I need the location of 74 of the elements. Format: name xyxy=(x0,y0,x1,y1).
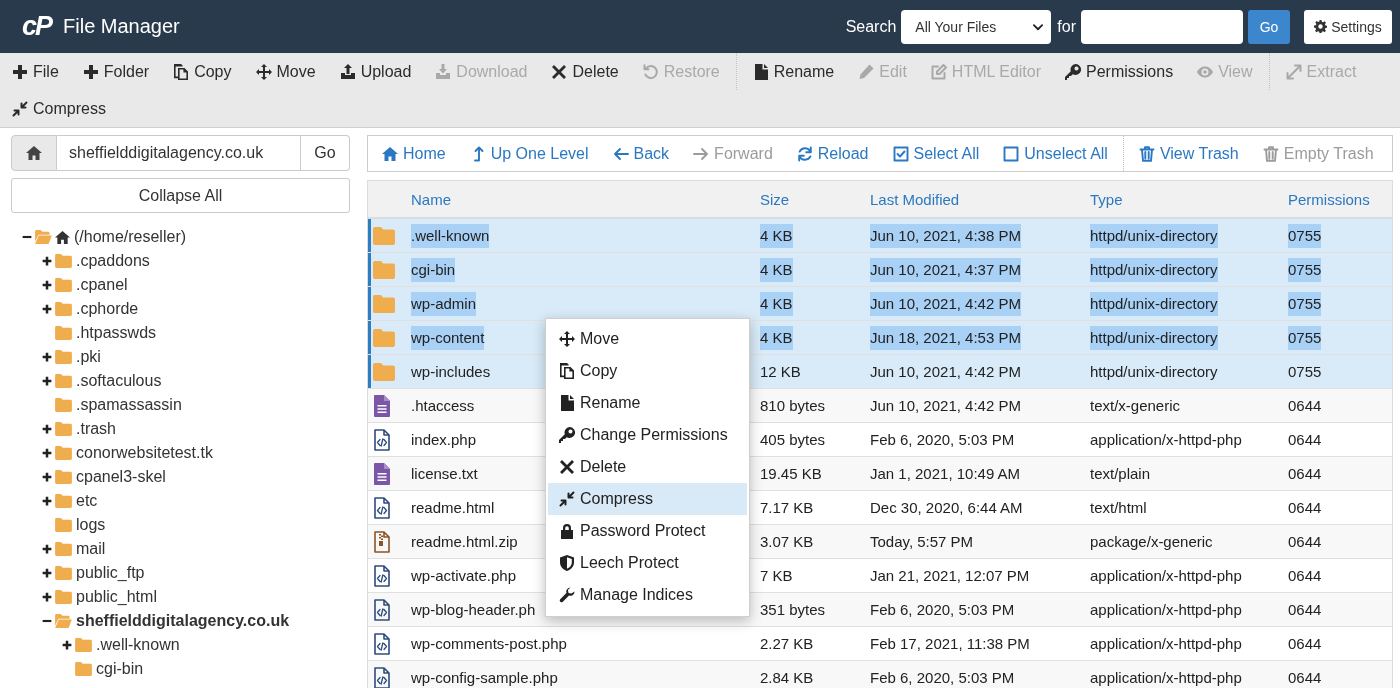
file-type: application/x-httpd-php xyxy=(1090,565,1242,586)
file-name: wp-comments-post.php xyxy=(411,633,567,654)
file-permissions: 0755 xyxy=(1288,325,1322,350)
file-permissions: 0644 xyxy=(1288,599,1322,620)
file-name: readme.html.zip xyxy=(411,531,518,552)
file-type: httpd/unix-directory xyxy=(1090,361,1218,382)
file-type: application/x-httpd-php xyxy=(1090,599,1242,620)
file-type: text/html xyxy=(1090,497,1147,518)
file-type: package/x-generic xyxy=(1090,531,1213,552)
file-size: 3.07 KB xyxy=(760,531,814,552)
file-size: 2.84 KB xyxy=(760,667,814,688)
file-permissions: 0755 xyxy=(1288,361,1322,382)
file-permissions: 0644 xyxy=(1288,531,1322,552)
file-size: 19.45 KB xyxy=(760,463,822,484)
file-size: 351 bytes xyxy=(760,599,826,620)
modified-date: Jun 18, 2021, 4:53 PM xyxy=(870,325,1021,350)
file-size: 4 KB xyxy=(760,257,793,282)
modified-date: Jun 10, 2021, 4:42 PM xyxy=(870,395,1021,416)
modified-date: Today, 5:57 PM xyxy=(870,531,974,552)
modified-date: Jun 10, 2021, 4:42 PM xyxy=(870,361,1021,382)
logo: cP xyxy=(22,13,52,40)
file-permissions: 0644 xyxy=(1288,633,1322,654)
file-type: httpd/unix-directory xyxy=(1090,291,1218,316)
file-type: text/plain xyxy=(1090,463,1151,484)
file-type: httpd/unix-directory xyxy=(1090,223,1218,248)
modified-date: Feb 6, 2020, 5:03 PM xyxy=(870,429,1015,450)
modified-date: Jan 21, 2021, 12:07 PM xyxy=(870,565,1030,586)
file-size: 7.17 KB xyxy=(760,497,814,518)
modified-date: Feb 6, 2020, 5:03 PM xyxy=(870,667,1015,688)
modified-date: Feb 17, 2021, 11:38 PM xyxy=(870,633,1030,654)
file-size: 2.27 KB xyxy=(760,633,814,654)
modified-date: Jun 10, 2021, 4:38 PM xyxy=(870,223,1021,248)
file-type: text/x-generic xyxy=(1090,395,1181,416)
file-permissions: 0644 xyxy=(1288,395,1322,416)
page-title: File Manager xyxy=(63,15,180,38)
file-permissions: 0644 xyxy=(1288,463,1322,484)
for-label: for xyxy=(1057,17,1076,36)
file-permissions: 0644 xyxy=(1288,667,1322,688)
modified-date: Dec 30, 2020, 6:44 AM xyxy=(870,497,1023,518)
file-permissions: 0644 xyxy=(1288,429,1322,450)
modified-date: Jan 1, 2021, 10:49 AM xyxy=(870,463,1021,484)
file-name: .htaccess xyxy=(411,395,475,416)
file-size: 12 KB xyxy=(760,361,801,382)
file-name: cgi-bin xyxy=(411,257,456,282)
file-permissions: 0755 xyxy=(1288,291,1322,316)
file-size: 4 KB xyxy=(760,325,793,350)
file-name: wp-config-sample.php xyxy=(411,667,558,688)
file-name: readme.html xyxy=(411,497,495,518)
file-name: wp-admin xyxy=(411,291,477,316)
file-type: application/x-httpd-php xyxy=(1090,633,1242,654)
file-size: 810 bytes xyxy=(760,395,826,416)
file-type: httpd/unix-directory xyxy=(1090,257,1218,282)
file-name: .well-known xyxy=(411,223,490,248)
file-size: 4 KB xyxy=(760,291,793,316)
file-name: wp-includes xyxy=(411,361,491,382)
modified-date: Jun 10, 2021, 4:42 PM xyxy=(870,291,1021,316)
file-size: 405 bytes xyxy=(760,429,826,450)
modified-date: Jun 10, 2021, 4:37 PM xyxy=(870,257,1021,282)
file-permissions: 0755 xyxy=(1288,223,1322,248)
file-name: index.php xyxy=(411,429,477,450)
file-permissions: 0644 xyxy=(1288,497,1322,518)
file-type: application/x-httpd-php xyxy=(1090,429,1242,450)
file-size: 7 KB xyxy=(760,565,793,586)
file-name: wp-blog-header.ph xyxy=(411,599,536,620)
file-name: wp-content xyxy=(411,325,485,350)
modified-date: Feb 6, 2020, 5:03 PM xyxy=(870,599,1015,620)
search-label: Search xyxy=(845,17,897,36)
file-name: wp-activate.php xyxy=(411,565,517,586)
file-name: license.txt xyxy=(411,463,478,484)
file-type: application/x-httpd-php xyxy=(1090,667,1242,688)
file-permissions: 0644 xyxy=(1288,565,1322,586)
file-size: 4 KB xyxy=(760,223,793,248)
file-type: httpd/unix-directory xyxy=(1090,325,1218,350)
file-permissions: 0755 xyxy=(1288,257,1322,282)
